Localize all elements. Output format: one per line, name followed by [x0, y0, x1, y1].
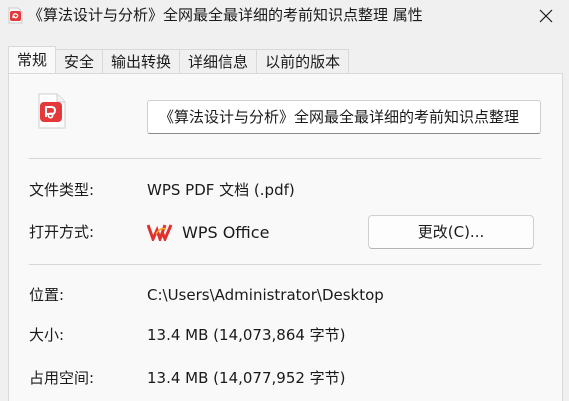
size-on-disk-value: 13.4 MB (14,077,952 字节): [147, 369, 346, 387]
file-type-label: 文件类型:: [29, 181, 95, 199]
window-title: 《算法设计与分析》全网最全最详细的考前知识点整理 属性: [28, 6, 423, 24]
close-icon: [539, 9, 553, 23]
pdf-file-icon: [8, 7, 23, 24]
divider: [29, 158, 541, 159]
tab-general[interactable]: 常规: [8, 46, 57, 73]
open-with-app: WPS Office: [147, 221, 269, 243]
general-panel: 《算法设计与分析》全网最全最详细的考前知识点整理 文件类型: WPS PDF 文…: [8, 73, 563, 401]
tab-bar: 常规 安全 输出转换 详细信息 以前的版本: [8, 46, 350, 73]
change-button[interactable]: 更改(C)...: [368, 215, 534, 249]
title-bar: 《算法设计与分析》全网最全最详细的考前知识点整理 属性: [0, 0, 569, 32]
size-value: 13.4 MB (14,073,864 字节): [147, 326, 346, 344]
location-value: C:\Users\Administrator\Desktop: [147, 286, 384, 304]
tab-security[interactable]: 安全: [55, 49, 104, 73]
file-name-field[interactable]: 《算法设计与分析》全网最全最详细的考前知识点整理: [147, 100, 541, 134]
close-button[interactable]: [523, 0, 569, 32]
wps-office-icon: [147, 224, 173, 241]
size-on-disk-label: 占用空间:: [29, 369, 95, 387]
open-with-label: 打开方式:: [29, 223, 95, 241]
properties-window: 《算法设计与分析》全网最全最详细的考前知识点整理 属性 常规 安全 输出转换 详…: [0, 0, 569, 401]
file-type-value: WPS PDF 文档 (.pdf): [147, 181, 295, 199]
tab-previous-versions[interactable]: 以前的版本: [256, 49, 350, 73]
tab-output-conversion[interactable]: 输出转换: [102, 49, 181, 73]
size-label: 大小:: [29, 326, 65, 344]
open-with-value: WPS Office: [182, 222, 270, 242]
pdf-file-icon: [38, 93, 66, 129]
tab-details[interactable]: 详细信息: [179, 49, 258, 73]
divider: [29, 264, 541, 265]
location-label: 位置:: [29, 286, 65, 304]
